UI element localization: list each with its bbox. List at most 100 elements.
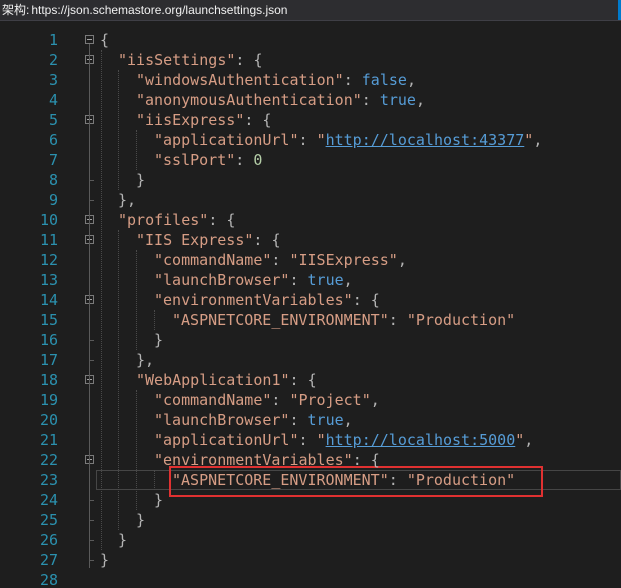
line-number: 22 — [39, 451, 58, 469]
code-line[interactable]: 15 "ASPNETCORE_ENVIRONMENT": "Production" — [0, 310, 621, 330]
code-text: "iisSettings": { — [118, 50, 263, 70]
code-line[interactable]: 28 — [0, 570, 621, 588]
json-punctuation: : — [361, 91, 380, 109]
line-number: 19 — [39, 391, 58, 409]
fold-end-marker — [89, 500, 94, 501]
json-string: " — [316, 131, 326, 149]
schema-bar: 架构: https://json.schemastore.org/launchse… — [0, 0, 621, 21]
json-string: "ASPNETCORE_ENVIRONMENT" — [172, 471, 389, 489]
json-string: "ASPNETCORE_ENVIRONMENT" — [172, 311, 389, 329]
code-editor[interactable]: 1{2 "iisSettings": {3 "windowsAuthenticati… — [0, 30, 621, 588]
indent-guide — [154, 310, 155, 330]
json-string: "Project" — [289, 391, 371, 409]
json-string: "anonymousAuthentication" — [136, 91, 362, 109]
json-string: "Production" — [406, 311, 516, 329]
code-text: "WebApplication1": { — [136, 370, 317, 390]
code-line[interactable]: 4 "anonymousAuthentication": true, — [0, 90, 621, 110]
code-text: } — [100, 550, 109, 570]
json-url[interactable]: http://localhost:5000 — [326, 431, 516, 449]
code-line[interactable]: 6 "applicationUrl": "http://localhost:433… — [0, 130, 621, 150]
fold-range-line — [89, 44, 90, 568]
json-punctuation: : — [388, 311, 407, 329]
code-line[interactable]: 12 "commandName": "IISExpress", — [0, 250, 621, 270]
code-text: "environmentVariables": { — [154, 290, 380, 310]
json-string: "commandName" — [154, 251, 272, 269]
json-string: "applicationUrl" — [154, 131, 299, 149]
line-number: 25 — [39, 511, 58, 529]
line-number: 1 — [48, 31, 58, 49]
json-punctuation: } — [154, 331, 164, 349]
indent-guide — [118, 70, 119, 190]
code-text: "IIS Express": { — [136, 230, 281, 250]
code-line[interactable]: 13 "launchBrowser": true, — [0, 270, 621, 290]
json-punctuation: } — [154, 491, 164, 509]
schema-label: 架构: — [2, 3, 30, 17]
json-string: "environmentVariables" — [154, 451, 353, 469]
json-string: "applicationUrl" — [154, 431, 299, 449]
code-text: "launchBrowser": true, — [154, 270, 353, 290]
code-line[interactable]: 23 "ASPNETCORE_ENVIRONMENT": "Production" — [0, 470, 621, 490]
code-text: "ASPNETCORE_ENVIRONMENT": "Production" — [172, 470, 515, 490]
code-text: } — [154, 490, 163, 510]
indent-guide — [118, 230, 119, 530]
line-number: 23 — [39, 471, 58, 489]
fold-end-marker — [89, 520, 94, 521]
json-string: " — [316, 431, 326, 449]
json-punctuation: } — [118, 531, 128, 549]
json-string: "iisSettings" — [118, 51, 236, 69]
json-number: 0 — [253, 151, 263, 169]
code-line[interactable]: 20 "launchBrowser": true, — [0, 410, 621, 430]
code-line[interactable]: 3 "windowsAuthentication": false, — [0, 70, 621, 90]
json-keyword: false — [361, 71, 407, 89]
indent-guide — [101, 50, 102, 550]
line-number: 9 — [48, 191, 58, 209]
indent-guide — [136, 130, 137, 170]
json-punctuation: , — [370, 391, 380, 409]
line-number: 3 — [48, 71, 58, 89]
line-number: 20 — [39, 411, 58, 429]
json-punctuation: : — [298, 131, 317, 149]
line-number: 11 — [39, 231, 58, 249]
json-punctuation: : { — [244, 111, 272, 129]
code-text: "applicationUrl": "http://localhost:4337… — [154, 130, 542, 150]
code-text: } — [154, 330, 163, 350]
json-punctuation: } — [136, 511, 146, 529]
code-line[interactable]: 7 "sslPort": 0 — [0, 150, 621, 170]
code-text: } — [136, 510, 145, 530]
json-punctuation: } — [100, 551, 110, 569]
line-number: 10 — [39, 211, 58, 229]
code-line[interactable]: 19 "commandName": "Project", — [0, 390, 621, 410]
code-text: "launchBrowser": true, — [154, 410, 353, 430]
code-text: { — [100, 30, 109, 50]
indent-guide — [136, 390, 137, 510]
json-string: " — [524, 131, 534, 149]
code-text: "commandName": "IISExpress", — [154, 250, 407, 270]
fold-end-marker — [89, 560, 94, 561]
line-number: 7 — [48, 151, 58, 169]
json-punctuation: { — [100, 31, 110, 49]
schema-url[interactable]: https://json.schemastore.org/launchsetti… — [31, 3, 287, 17]
code-text: "commandName": "Project", — [154, 390, 380, 410]
line-number: 12 — [39, 251, 58, 269]
json-string: "iisExpress" — [136, 111, 245, 129]
json-punctuation: : — [289, 271, 308, 289]
json-punctuation: } — [136, 171, 146, 189]
line-number: 4 — [48, 91, 58, 109]
code-text: } — [118, 530, 127, 550]
json-url[interactable]: http://localhost:43377 — [326, 131, 525, 149]
line-number: 15 — [39, 311, 58, 329]
json-string: "sslPort" — [154, 151, 236, 169]
json-punctuation: : — [298, 431, 317, 449]
json-string: "IISExpress" — [289, 251, 398, 269]
json-punctuation: : { — [352, 291, 380, 309]
json-punctuation: : — [271, 391, 290, 409]
json-punctuation: , — [533, 131, 543, 149]
line-number: 27 — [39, 551, 58, 569]
code-text: "windowsAuthentication": false, — [136, 70, 416, 90]
json-punctuation: , — [415, 91, 425, 109]
fold-toggle-icon[interactable] — [85, 35, 94, 44]
code-line[interactable]: 21 "applicationUrl": "http://localhost:50… — [0, 430, 621, 450]
json-punctuation: }, — [136, 351, 155, 369]
line-number: 24 — [39, 491, 58, 509]
line-number: 18 — [39, 371, 58, 389]
